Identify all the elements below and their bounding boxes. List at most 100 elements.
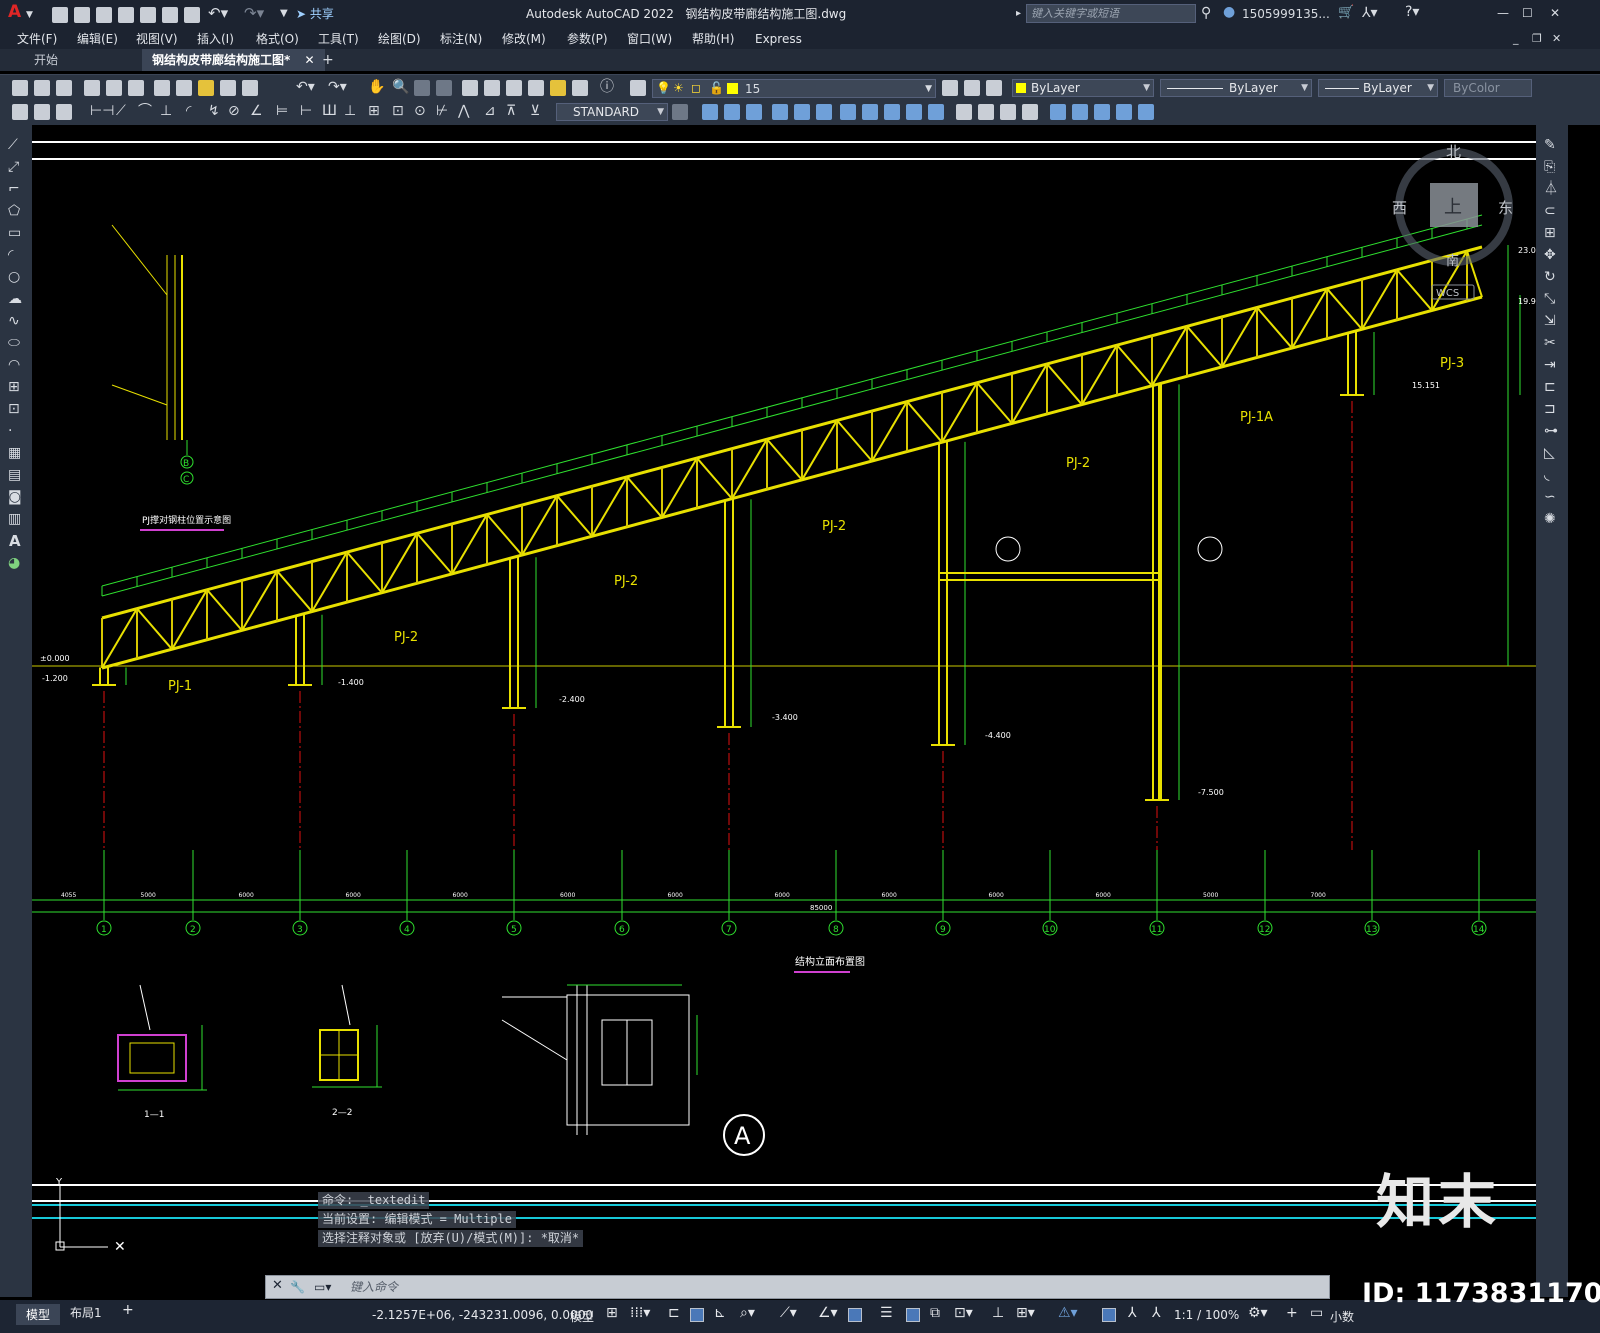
publish-icon[interactable] [128, 80, 144, 96]
qdim-icon[interactable] [12, 104, 28, 120]
layout-tab-1[interactable]: 布局1 [70, 1304, 102, 1321]
dim-edit-icon[interactable]: ⊬ [436, 103, 448, 119]
ellipse-arc-icon[interactable]: ◠ [8, 357, 20, 373]
dim-text-edit-icon[interactable]: ⊿ [484, 103, 496, 119]
annotation-visibility-icon[interactable] [1102, 1308, 1116, 1322]
minimize-button[interactable]: — [1497, 5, 1509, 21]
drawing-canvas[interactable]: 1 2 3 4 5 6 7 8 9 10 11 12 13 14 4055 5000 6000 6000 6000 6… [32, 125, 1536, 1297]
construction-line-icon[interactable]: ⤢ [8, 159, 19, 175]
transparency-icon[interactable] [906, 1308, 920, 1322]
app-menu-chevron-icon[interactable]: ▼ [26, 7, 33, 23]
osnap-track-icon[interactable]: ∠▾ [818, 1305, 838, 1321]
menu-format[interactable]: 格式(O) [256, 30, 299, 48]
search-icon[interactable]: ⚲ [1201, 5, 1211, 21]
dim-horizontal-icon[interactable]: ⊢⊣ [90, 103, 114, 119]
menu-help[interactable]: 帮助(H) [692, 30, 734, 48]
add-layout-icon[interactable]: + [122, 1302, 134, 1318]
viewcube-wcs[interactable]: WCS [1436, 288, 1459, 299]
dim-aligned-icon[interactable] [56, 104, 72, 120]
menu-insert[interactable]: 插入(I) [197, 30, 234, 48]
menu-draw[interactable]: 绘图(D) [378, 30, 421, 48]
save-toolbar-icon[interactable] [56, 80, 72, 96]
redo-toolbar-icon[interactable]: ↷▾ [328, 79, 347, 95]
blend-icon[interactable]: ∽ [1544, 489, 1556, 505]
hatch-icon[interactable]: ▦ [8, 445, 21, 461]
menu-file[interactable]: 文件(F) [17, 30, 57, 48]
dim-break-icon[interactable]: ⊥ [344, 103, 356, 119]
command-customize-icon[interactable]: 🔧 [290, 1279, 305, 1295]
gradient-icon[interactable]: ▤ [8, 467, 21, 483]
make-current-layer-icon[interactable] [942, 80, 958, 96]
chamfer-icon[interactable]: ◺ [1544, 445, 1555, 461]
share-button[interactable]: ➤ 共享 [296, 6, 334, 22]
command-input[interactable]: 🔧 ▭▾ 键入命令 [265, 1275, 1330, 1299]
revcloud-icon[interactable]: ☁ [8, 291, 22, 307]
new-file-icon[interactable] [52, 7, 68, 23]
linetype-dropdown[interactable]: ByLayer ▼ [1160, 79, 1312, 97]
spline-icon[interactable]: ∿ [8, 313, 20, 329]
search-arrow-icon[interactable]: ▸ [1016, 6, 1021, 22]
infer-icon[interactable]: ⊏ [668, 1305, 680, 1321]
solid-torus-icon[interactable] [816, 104, 832, 120]
dim-diameter-icon[interactable]: ⊘ [228, 103, 240, 119]
polar-icon[interactable]: ⌕▾ [740, 1305, 755, 1321]
menu-express[interactable]: Express [755, 30, 802, 48]
copy-icon[interactable] [176, 80, 192, 96]
menu-tools[interactable]: 工具(T) [318, 30, 359, 48]
help-toolbar-icon[interactable]: ⓘ [600, 79, 614, 95]
annotation-scale-icon[interactable]: ⅄ [1152, 1305, 1161, 1321]
setup-drawing-icon[interactable] [1022, 104, 1038, 120]
save-as-icon[interactable] [118, 7, 134, 23]
mtext-icon[interactable]: A [9, 533, 21, 549]
viewcube-east[interactable]: 东 [1498, 199, 1513, 217]
qnew-icon[interactable] [12, 80, 28, 96]
fillet-icon[interactable]: ◟ [1544, 467, 1549, 483]
undo-icon[interactable]: ↶▾ [208, 5, 228, 21]
open-web-icon[interactable] [140, 7, 156, 23]
autodesk-a360-icon[interactable]: ⅄▾ [1362, 5, 1378, 21]
sun-icon[interactable]: ☀ [673, 80, 684, 96]
dim-linear-icon[interactable] [34, 104, 50, 120]
markup-icon[interactable] [550, 80, 566, 96]
lineweight-toggle-icon[interactable]: ☰ [880, 1305, 893, 1321]
break-icon[interactable]: ⊐ [1544, 401, 1556, 417]
zoom-realtime-icon[interactable]: 🔍 [392, 79, 409, 95]
menu-modify[interactable]: 修改(M) [502, 30, 546, 48]
lightbulb-icon[interactable]: 💡 [656, 80, 671, 96]
viewcube-north[interactable]: 北 [1446, 143, 1461, 161]
doc-minimize-button[interactable]: _ [1513, 31, 1519, 47]
dyn-input-icon[interactable]: ⊾ [714, 1305, 726, 1321]
undo-toolbar-icon[interactable]: ↶▾ [296, 79, 315, 95]
lineweight-chevron-icon[interactable]: ▼ [1427, 80, 1434, 96]
coordinates-readout[interactable]: -2.1257E+06, -243231.0096, 0.0000 [372, 1308, 593, 1322]
ortho-icon[interactable] [690, 1308, 704, 1322]
design-center-icon[interactable] [484, 80, 500, 96]
point-icon[interactable]: · [8, 423, 12, 439]
3dosnap-icon[interactable]: ⊡▾ [954, 1305, 973, 1321]
view-orbit-icon[interactable] [1138, 104, 1154, 120]
lock-icon[interactable]: 🔓 [709, 80, 724, 96]
user-icon[interactable]: ● [1223, 4, 1235, 20]
dim-space-icon[interactable]: Ш [322, 103, 337, 119]
user-name[interactable]: 1505999135... [1242, 6, 1330, 22]
trim-icon[interactable]: ✂ [1544, 335, 1556, 351]
annotation-scale-value[interactable]: 1:1 / 100% [1174, 1308, 1239, 1322]
print-icon[interactable] [84, 80, 100, 96]
zoom-window-icon[interactable] [414, 80, 430, 96]
maximize-button[interactable]: ☐ [1522, 5, 1533, 21]
sheet-set-icon[interactable] [528, 80, 544, 96]
layer-dropdown-chevron-icon[interactable]: ▼ [925, 81, 932, 97]
view-front-icon[interactable] [1072, 104, 1088, 120]
freeze-vp-icon[interactable]: ◻ [691, 80, 701, 96]
view-side-icon[interactable] [1094, 104, 1110, 120]
interfere-icon[interactable] [1000, 104, 1016, 120]
cart-icon[interactable]: 🛒 [1338, 5, 1354, 21]
dim-baseline-icon[interactable]: ⊨ [276, 103, 288, 119]
command-bar-close-icon[interactable]: ✕ [272, 1278, 283, 1293]
preview-icon[interactable] [106, 80, 122, 96]
doc-restore-button[interactable]: ❐ [1532, 31, 1542, 47]
dim-angular-icon[interactable]: ∠ [250, 103, 263, 119]
solid-union-icon[interactable] [840, 104, 856, 120]
stretch-icon[interactable]: ⇲ [1544, 313, 1556, 329]
copy-object-icon[interactable]: ⎘ [1544, 159, 1555, 175]
